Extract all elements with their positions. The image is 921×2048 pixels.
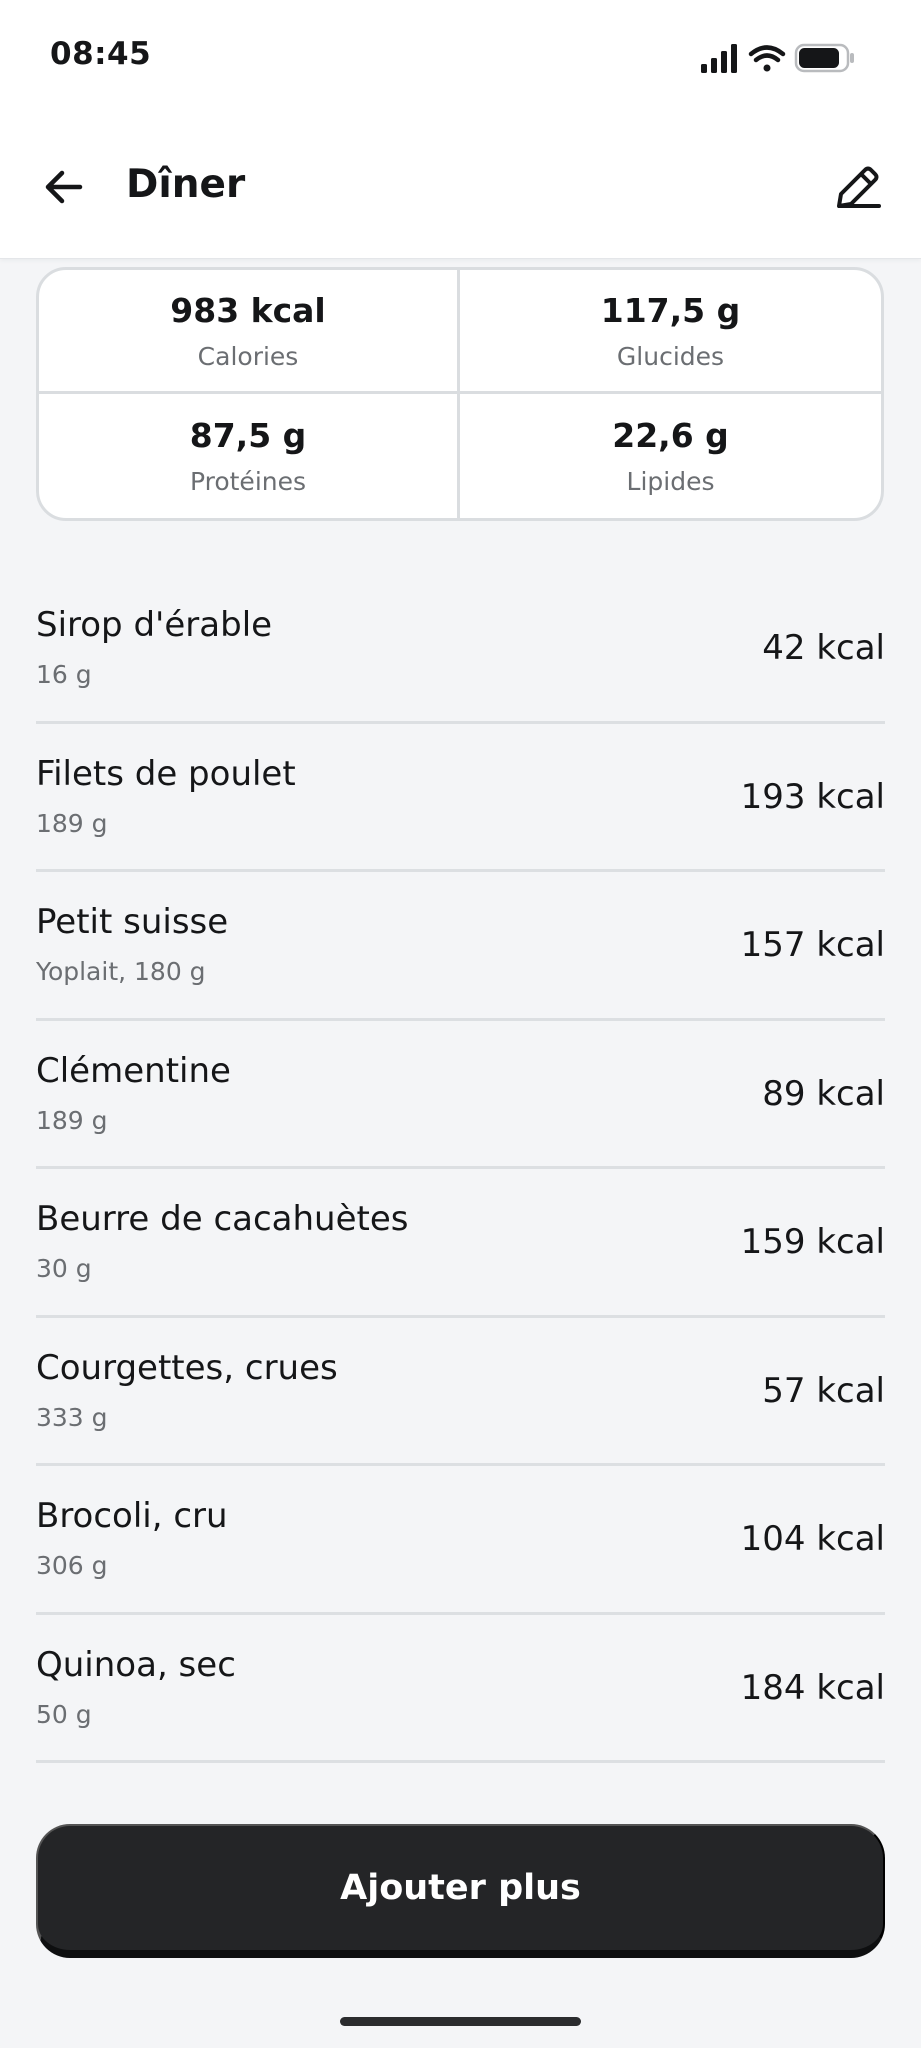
- back-button[interactable]: [40, 163, 88, 211]
- food-item[interactable]: Clémentine 189 g 89 kcal: [36, 1021, 885, 1169]
- food-item[interactable]: Filets de poulet 189 g 193 kcal: [36, 724, 885, 872]
- food-name: Filets de poulet: [36, 753, 296, 794]
- food-kcal: 42 kcal: [762, 628, 885, 668]
- summary-value: 983 kcal: [170, 290, 326, 330]
- food-detail: 189 g: [36, 1105, 108, 1135]
- food-name: Clémentine: [36, 1050, 231, 1091]
- food-detail: 16 g: [36, 660, 92, 689]
- food-kcal: 89 kcal: [762, 1073, 885, 1114]
- summary-value: 87,5 g: [189, 416, 307, 455]
- top-bar: 08:45 Dîner: [0, 0, 921, 259]
- signal-icon: [701, 44, 737, 73]
- food-kcal: 193 kcal: [740, 776, 885, 817]
- food-item[interactable]: Courgettes, crues 333 g 57 kcal: [36, 1318, 885, 1466]
- food-name: Sirop d'érable: [36, 605, 273, 645]
- food-detail: Yoplait, 180 g: [36, 957, 206, 986]
- add-more-button[interactable]: Ajouter plus: [36, 1824, 885, 1958]
- food-name: Petit suisse: [36, 902, 229, 942]
- food-item[interactable]: Sirop d'érable 16 g 42 kcal: [36, 575, 885, 724]
- pencil-icon: [837, 166, 881, 208]
- home-indicator: [340, 2017, 581, 2026]
- food-kcal: 157 kcal: [740, 925, 885, 965]
- status-icons: [699, 40, 859, 76]
- summary-label: Lipides: [626, 467, 715, 496]
- arrow-left-icon: [45, 170, 83, 204]
- summary-calories: 983 kcal Calories: [39, 270, 460, 394]
- food-item[interactable]: Beurre de cacahuètes 30 g 159 kcal: [36, 1169, 885, 1318]
- meal-screen: 08:45 Dîner 983 kcal Calories 117,5 g Gl…: [0, 0, 921, 2048]
- battery-icon: [794, 43, 854, 73]
- summary-protein: 87,5 g Protéines: [39, 394, 460, 518]
- nutrition-summary: 983 kcal Calories 117,5 g Glucides 87,5 …: [36, 267, 884, 521]
- status-time: 08:45: [50, 36, 152, 72]
- food-kcal: 57 kcal: [762, 1370, 885, 1411]
- summary-label: Protéines: [189, 467, 307, 496]
- food-item[interactable]: Petit suisse Yoplait, 180 g 157 kcal: [36, 872, 885, 1021]
- summary-value: 117,5 g: [600, 290, 741, 330]
- food-name: Beurre de cacahuètes: [36, 1199, 409, 1239]
- food-detail: 189 g: [36, 808, 108, 838]
- summary-label: Glucides: [616, 341, 725, 371]
- food-name: Quinoa, sec: [36, 1644, 236, 1685]
- food-name: Courgettes, crues: [36, 1347, 338, 1388]
- summary-label: Calories: [197, 341, 299, 371]
- summary-fat: 22,6 g Lipides: [460, 394, 881, 518]
- food-list: Sirop d'érable 16 g 42 kcal Filets de po…: [36, 575, 885, 1763]
- food-item[interactable]: Brocoli, cru 306 g 104 kcal: [36, 1466, 885, 1615]
- food-name: Brocoli, cru: [36, 1496, 228, 1536]
- summary-value: 22,6 g: [612, 416, 729, 455]
- food-detail: 306 g: [36, 1551, 108, 1580]
- food-detail: 333 g: [36, 1402, 108, 1432]
- page-title: Dîner: [126, 162, 246, 207]
- food-kcal: 104 kcal: [740, 1519, 885, 1559]
- food-detail: 50 g: [36, 1699, 92, 1729]
- edit-button[interactable]: [833, 162, 883, 212]
- food-item[interactable]: Quinoa, sec 50 g 184 kcal: [36, 1615, 885, 1763]
- food-kcal: 159 kcal: [740, 1222, 885, 1262]
- summary-carbs: 117,5 g Glucides: [460, 270, 881, 394]
- food-detail: 30 g: [36, 1254, 92, 1283]
- food-kcal: 184 kcal: [740, 1667, 885, 1708]
- wifi-icon: [748, 45, 786, 72]
